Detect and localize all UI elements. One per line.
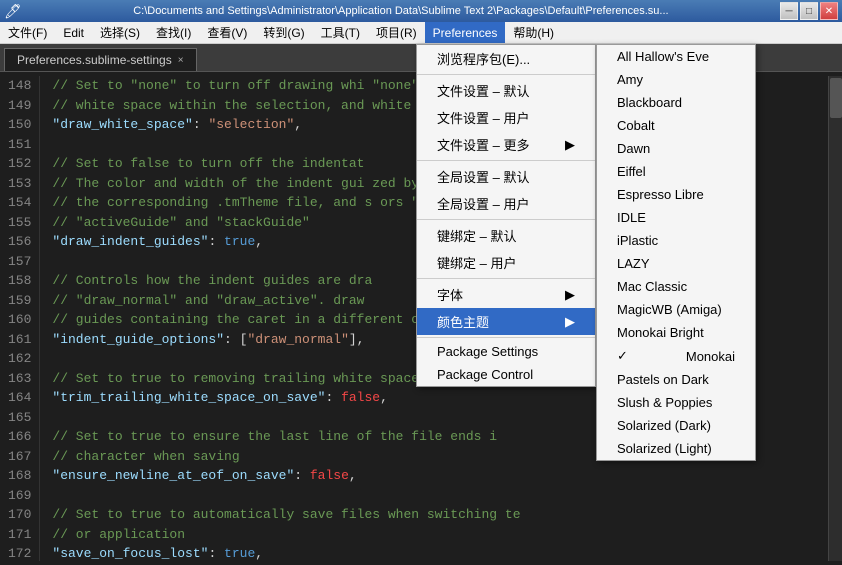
menu-keybind-user[interactable]: 键绑定 – 用户 bbox=[417, 249, 595, 276]
menu-global-settings-default[interactable]: 全局设置 – 默认 bbox=[417, 163, 595, 190]
titlebar: 🖊 C:\Documents and Settings\Administrato… bbox=[0, 0, 842, 22]
line-num: 148 bbox=[8, 76, 31, 96]
line-num: 155 bbox=[8, 213, 31, 233]
theme-monokai[interactable]: Monokai bbox=[597, 344, 755, 368]
submenu-arrow: ▶ bbox=[565, 137, 575, 153]
theme-eiffel[interactable]: Eiffel bbox=[597, 160, 755, 183]
code-line: "save_on_focus_lost": true, bbox=[52, 544, 816, 561]
theme-iplastic[interactable]: iPlastic bbox=[597, 229, 755, 252]
minimize-button[interactable]: ─ bbox=[780, 2, 798, 20]
tab-label: Preferences.sublime-settings bbox=[17, 53, 172, 67]
titlebar-icon: 🖊 bbox=[4, 3, 22, 20]
separator bbox=[417, 74, 595, 75]
menu-color-theme-label: 颜色主题 bbox=[437, 312, 489, 331]
menu-file-settings-more[interactable]: 文件设置 – 更多 ▶ bbox=[417, 131, 595, 158]
menu-font-label: 字体 bbox=[437, 285, 463, 304]
theme-espresso-libre[interactable]: Espresso Libre bbox=[597, 183, 755, 206]
menu-file[interactable]: 文件(F) bbox=[0, 22, 55, 43]
line-num: 150 bbox=[8, 115, 31, 135]
line-num: 157 bbox=[8, 252, 31, 272]
line-num: 161 bbox=[8, 330, 31, 350]
line-num: 166 bbox=[8, 427, 31, 447]
line-num: 154 bbox=[8, 193, 31, 213]
preferences-dropdown: 浏览程序包(E)... 文件设置 – 默认 文件设置 – 用户 文件设置 – 更… bbox=[416, 44, 596, 387]
theme-cobalt[interactable]: Cobalt bbox=[597, 114, 755, 137]
theme-idle[interactable]: IDLE bbox=[597, 206, 755, 229]
separator bbox=[417, 160, 595, 161]
color-theme-dropdown: All Hallow's Eve Amy Blackboard Cobalt D… bbox=[596, 44, 756, 461]
line-num: 162 bbox=[8, 349, 31, 369]
menu-help[interactable]: 帮助(H) bbox=[505, 22, 562, 43]
menu-keybind-default[interactable]: 键绑定 – 默认 bbox=[417, 222, 595, 249]
line-num: 159 bbox=[8, 291, 31, 311]
menu-edit[interactable]: Edit bbox=[55, 22, 92, 43]
theme-magicwb-amiga[interactable]: MagicWB (Amiga) bbox=[597, 298, 755, 321]
theme-solarized-light[interactable]: Solarized (Light) bbox=[597, 437, 755, 460]
scroll-thumb[interactable] bbox=[830, 78, 842, 118]
tab-preferences[interactable]: Preferences.sublime-settings × bbox=[4, 48, 197, 71]
theme-lazy[interactable]: LAZY bbox=[597, 252, 755, 275]
line-numbers: 148 149 150 151 152 153 154 155 156 157 … bbox=[0, 76, 40, 561]
line-num: 172 bbox=[8, 544, 31, 564]
line-num: 152 bbox=[8, 154, 31, 174]
menu-package-settings[interactable]: Package Settings bbox=[417, 340, 595, 363]
theme-solarized-dark[interactable]: Solarized (Dark) bbox=[597, 414, 755, 437]
menu-select[interactable]: 选择(S) bbox=[92, 22, 148, 43]
menu-preferences[interactable]: Preferences bbox=[425, 22, 506, 43]
menu-tools[interactable]: 工具(T) bbox=[313, 22, 368, 43]
menu-goto[interactable]: 转到(G) bbox=[255, 22, 312, 43]
code-line: // Set to true to automatically save fil… bbox=[52, 505, 816, 525]
close-button[interactable]: ✕ bbox=[820, 2, 838, 20]
scrollbar[interactable] bbox=[828, 76, 842, 561]
theme-slush-poppies[interactable]: Slush & Poppies bbox=[597, 391, 755, 414]
separator bbox=[417, 219, 595, 220]
menu-file-settings-user[interactable]: 文件设置 – 用户 bbox=[417, 104, 595, 131]
line-num: 156 bbox=[8, 232, 31, 252]
theme-mac-classic[interactable]: Mac Classic bbox=[597, 275, 755, 298]
menu-file-settings-default[interactable]: 文件设置 – 默认 bbox=[417, 77, 595, 104]
line-num: 153 bbox=[8, 174, 31, 194]
line-num: 160 bbox=[8, 310, 31, 330]
line-num: 165 bbox=[8, 408, 31, 428]
code-line bbox=[52, 486, 816, 506]
maximize-button[interactable]: □ bbox=[800, 2, 818, 20]
submenu-arrow: ▶ bbox=[565, 287, 575, 303]
theme-blackboard[interactable]: Blackboard bbox=[597, 91, 755, 114]
line-num: 168 bbox=[8, 466, 31, 486]
theme-monokai-bright[interactable]: Monokai Bright bbox=[597, 321, 755, 344]
line-num: 171 bbox=[8, 525, 31, 545]
code-line: // or application bbox=[52, 525, 816, 545]
theme-pastels-on-dark[interactable]: Pastels on Dark bbox=[597, 368, 755, 391]
line-num: 151 bbox=[8, 135, 31, 155]
window-controls: ─ □ ✕ bbox=[780, 2, 838, 20]
menu-browse-packages[interactable]: 浏览程序包(E)... bbox=[417, 45, 595, 72]
line-num: 170 bbox=[8, 505, 31, 525]
titlebar-title: C:\Documents and Settings\Administrator\… bbox=[22, 5, 780, 17]
separator bbox=[417, 278, 595, 279]
separator bbox=[417, 337, 595, 338]
menu-file-settings-more-label: 文件设置 – 更多 bbox=[437, 135, 529, 154]
theme-dawn[interactable]: Dawn bbox=[597, 137, 755, 160]
checkmark-icon bbox=[617, 348, 631, 364]
menu-view[interactable]: 查看(V) bbox=[199, 22, 255, 43]
tab-close-button[interactable]: × bbox=[178, 55, 184, 66]
menu-package-control[interactable]: Package Control bbox=[417, 363, 595, 386]
menu-project[interactable]: 项目(R) bbox=[368, 22, 425, 43]
menu-font[interactable]: 字体 ▶ bbox=[417, 281, 595, 308]
line-num: 169 bbox=[8, 486, 31, 506]
line-num: 163 bbox=[8, 369, 31, 389]
line-num: 158 bbox=[8, 271, 31, 291]
menu-color-theme[interactable]: 颜色主题 ▶ bbox=[417, 308, 595, 335]
theme-amy[interactable]: Amy bbox=[597, 68, 755, 91]
menu-find[interactable]: 查找(I) bbox=[148, 22, 199, 43]
theme-all-hallows-eve[interactable]: All Hallow's Eve bbox=[597, 45, 755, 68]
line-num: 149 bbox=[8, 96, 31, 116]
submenu-arrow: ▶ bbox=[565, 314, 575, 330]
menubar: 文件(F) Edit 选择(S) 查找(I) 查看(V) 转到(G) 工具(T)… bbox=[0, 22, 842, 44]
theme-monokai-label: Monokai bbox=[686, 349, 735, 364]
line-num: 164 bbox=[8, 388, 31, 408]
line-num: 167 bbox=[8, 447, 31, 467]
menu-global-settings-user[interactable]: 全局设置 – 用户 bbox=[417, 190, 595, 217]
code-line: "ensure_newline_at_eof_on_save": false, bbox=[52, 466, 816, 486]
